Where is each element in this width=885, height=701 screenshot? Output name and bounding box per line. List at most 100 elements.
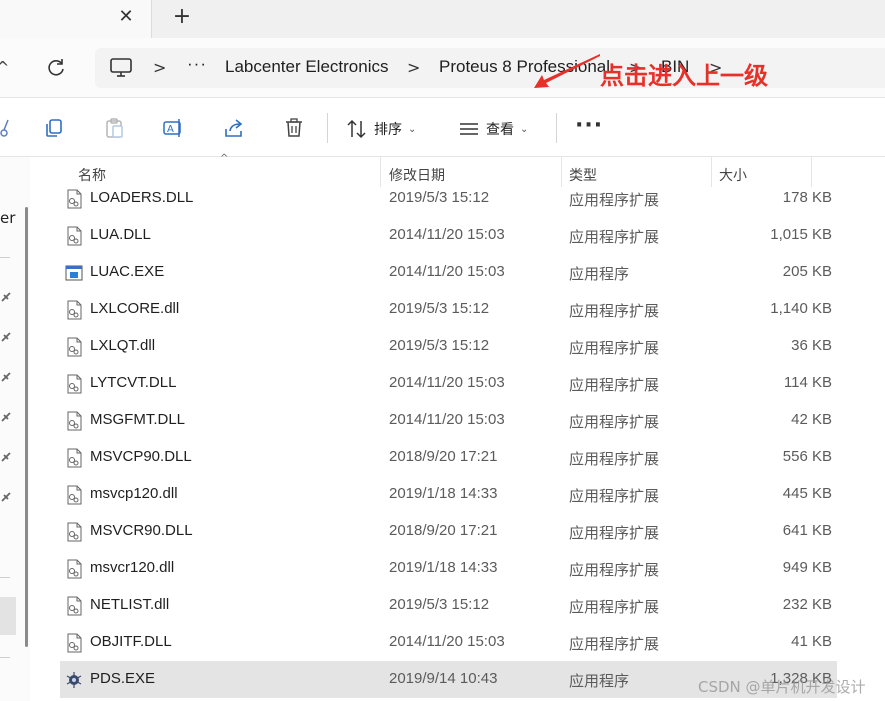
- dll-file-icon: [67, 226, 82, 246]
- file-size: 178 KB: [782, 189, 832, 206]
- file-row[interactable]: OBJITF.DLL 2014/11/20 15:03 应用程序扩展 41 KB: [60, 624, 837, 661]
- file-row[interactable]: LUA.DLL 2014/11/20 15:03 应用程序扩展 1,015 KB: [60, 217, 837, 254]
- share-icon[interactable]: [223, 117, 245, 139]
- file-row[interactable]: LXLCORE.dll 2019/5/3 15:12 应用程序扩展 1,140 KB: [60, 291, 837, 328]
- new-tab-icon[interactable]: +: [172, 6, 192, 28]
- file-row[interactable]: LYTCVT.DLL 2014/11/20 15:03 应用程序扩展 114 KB: [60, 365, 837, 402]
- file-date: 2018/9/20 17:21: [389, 522, 498, 539]
- dll-file-icon: [67, 522, 82, 542]
- dll-file-icon: [67, 189, 82, 209]
- file-row[interactable]: msvcp120.dll 2019/1/18 14:33 应用程序扩展 445 KB: [60, 476, 837, 513]
- sort-button[interactable]: 排序 ⌄: [346, 118, 416, 140]
- nav-divider: [0, 657, 10, 658]
- pin-icon[interactable]: [0, 451, 12, 465]
- breadcrumb-chevron-icon[interactable]: >: [153, 58, 166, 77]
- dll-file-icon: [67, 374, 82, 394]
- watermark: CSDN @单片机开发设计: [698, 678, 866, 696]
- file-type: 应用程序扩展: [569, 524, 660, 542]
- breadcrumb-labcenter[interactable]: Labcenter Electronics: [225, 57, 388, 77]
- file-name: PDS.EXE: [90, 670, 156, 687]
- rename-icon[interactable]: A: [162, 117, 184, 139]
- file-row[interactable]: LXLQT.dll 2019/5/3 15:12 应用程序扩展 36 KB: [60, 328, 837, 365]
- dll-file-icon: [67, 559, 82, 579]
- file-size: 41 KB: [791, 633, 832, 650]
- dll-file-icon: [67, 633, 82, 653]
- tab-current[interactable]: ✕: [0, 0, 152, 38]
- nav-divider: [0, 257, 10, 258]
- file-row[interactable]: LOADERS.DLL 2019/5/3 15:12 应用程序扩展 178 KB: [60, 182, 837, 217]
- file-name: MSGFMT.DLL: [90, 411, 186, 428]
- file-date: 2019/5/3 15:12: [389, 300, 490, 317]
- dll-file-icon: [67, 596, 82, 616]
- copy-icon[interactable]: [43, 117, 65, 139]
- pin-icon[interactable]: [0, 491, 12, 505]
- paste-icon[interactable]: [103, 117, 125, 139]
- refresh-icon[interactable]: [44, 56, 68, 80]
- file-size: 205 KB: [782, 263, 832, 280]
- file-size: 36 KB: [791, 337, 832, 354]
- file-name: msvcp120.dll: [90, 485, 178, 502]
- file-name: msvcr120.dll: [90, 559, 175, 576]
- file-size: 232 KB: [782, 596, 832, 613]
- file-date: 2014/11/20 15:03: [389, 263, 505, 280]
- file-row[interactable]: MSVCP90.DLL 2018/9/20 17:21 应用程序扩展 556 KB: [60, 439, 837, 476]
- file-type: 应用程序: [569, 672, 630, 690]
- file-size: 445 KB: [782, 485, 832, 502]
- scissors-icon[interactable]: [0, 117, 14, 139]
- view-label: 查看: [486, 122, 514, 138]
- file-size: 556 KB: [782, 448, 832, 465]
- annotation-text: 点击进入上一级: [600, 62, 768, 90]
- pin-icon[interactable]: [0, 371, 12, 385]
- more-options-icon[interactable]: ···: [575, 113, 603, 138]
- navigation-bar: ^ > ··· Labcenter Electronics > Proteus …: [0, 38, 885, 98]
- command-bar: A 排序 ⌄ 查看 ⌄ ···: [0, 99, 885, 157]
- close-tab-icon[interactable]: ✕: [117, 8, 135, 26]
- pin-icon[interactable]: [0, 291, 12, 305]
- file-date: 2014/11/20 15:03: [389, 411, 505, 428]
- file-type: 应用程序扩展: [569, 339, 660, 357]
- file-date: 2014/11/20 15:03: [389, 633, 505, 650]
- file-row[interactable]: MSVCR90.DLL 2018/9/20 17:21 应用程序扩展 641 KB: [60, 513, 837, 550]
- up-arrow-icon[interactable]: ^: [0, 58, 9, 77]
- exe-file-icon: [65, 265, 83, 281]
- file-row[interactable]: msvcr120.dll 2019/1/18 14:33 应用程序扩展 949 KB: [60, 550, 837, 587]
- breadcrumb-ellipsis[interactable]: ···: [187, 54, 207, 74]
- file-date: 2018/9/20 17:21: [389, 448, 498, 465]
- delete-icon[interactable]: [283, 117, 305, 139]
- file-name: NETLIST.dll: [90, 596, 170, 613]
- file-type: 应用程序扩展: [569, 635, 660, 653]
- chevron-down-icon: ⌄: [520, 123, 529, 135]
- file-size: 1,140 KB: [770, 300, 832, 317]
- breadcrumb-chevron-icon[interactable]: >: [407, 58, 420, 77]
- sort-icon: [347, 119, 366, 139]
- file-size: 641 KB: [782, 522, 832, 539]
- file-type: 应用程序扩展: [569, 450, 660, 468]
- file-date: 2014/11/20 15:03: [389, 374, 505, 391]
- nav-scrollbar[interactable]: [25, 207, 28, 647]
- file-list: LOADERS.DLL 2019/5/3 15:12 应用程序扩展 178 KB LUA…: [30, 182, 885, 701]
- file-type: 应用程序扩展: [569, 228, 660, 246]
- svg-text:A: A: [167, 124, 174, 135]
- file-name: LOADERS.DLL: [90, 189, 194, 206]
- sort-caret-icon: ^: [220, 153, 229, 164]
- file-date: 2019/1/18 14:33: [389, 485, 498, 502]
- file-row[interactable]: MSGFMT.DLL 2014/11/20 15:03 应用程序扩展 42 KB: [60, 402, 837, 439]
- nav-item-partial[interactable]: er: [0, 209, 15, 227]
- dll-file-icon: [67, 300, 82, 320]
- nav-divider: [0, 577, 10, 578]
- view-button[interactable]: 查看 ⌄: [458, 118, 528, 140]
- file-name: MSVCR90.DLL: [90, 522, 193, 539]
- file-type: 应用程序扩展: [569, 561, 660, 579]
- file-size: 42 KB: [791, 411, 832, 428]
- tab-strip: ✕ +: [0, 0, 885, 38]
- file-type: 应用程序: [569, 265, 630, 283]
- nav-selected-item[interactable]: [0, 597, 16, 635]
- computer-icon[interactable]: [109, 57, 133, 79]
- file-row[interactable]: LUAC.EXE 2014/11/20 15:03 应用程序 205 KB: [60, 254, 837, 291]
- file-date: 2019/5/3 15:12: [389, 596, 490, 613]
- pin-icon[interactable]: [0, 331, 12, 345]
- pin-icon[interactable]: [0, 411, 12, 425]
- file-size: 949 KB: [782, 559, 832, 576]
- file-date: 2019/1/18 14:33: [389, 559, 498, 576]
- file-row[interactable]: NETLIST.dll 2019/5/3 15:12 应用程序扩展 232 KB: [60, 587, 837, 624]
